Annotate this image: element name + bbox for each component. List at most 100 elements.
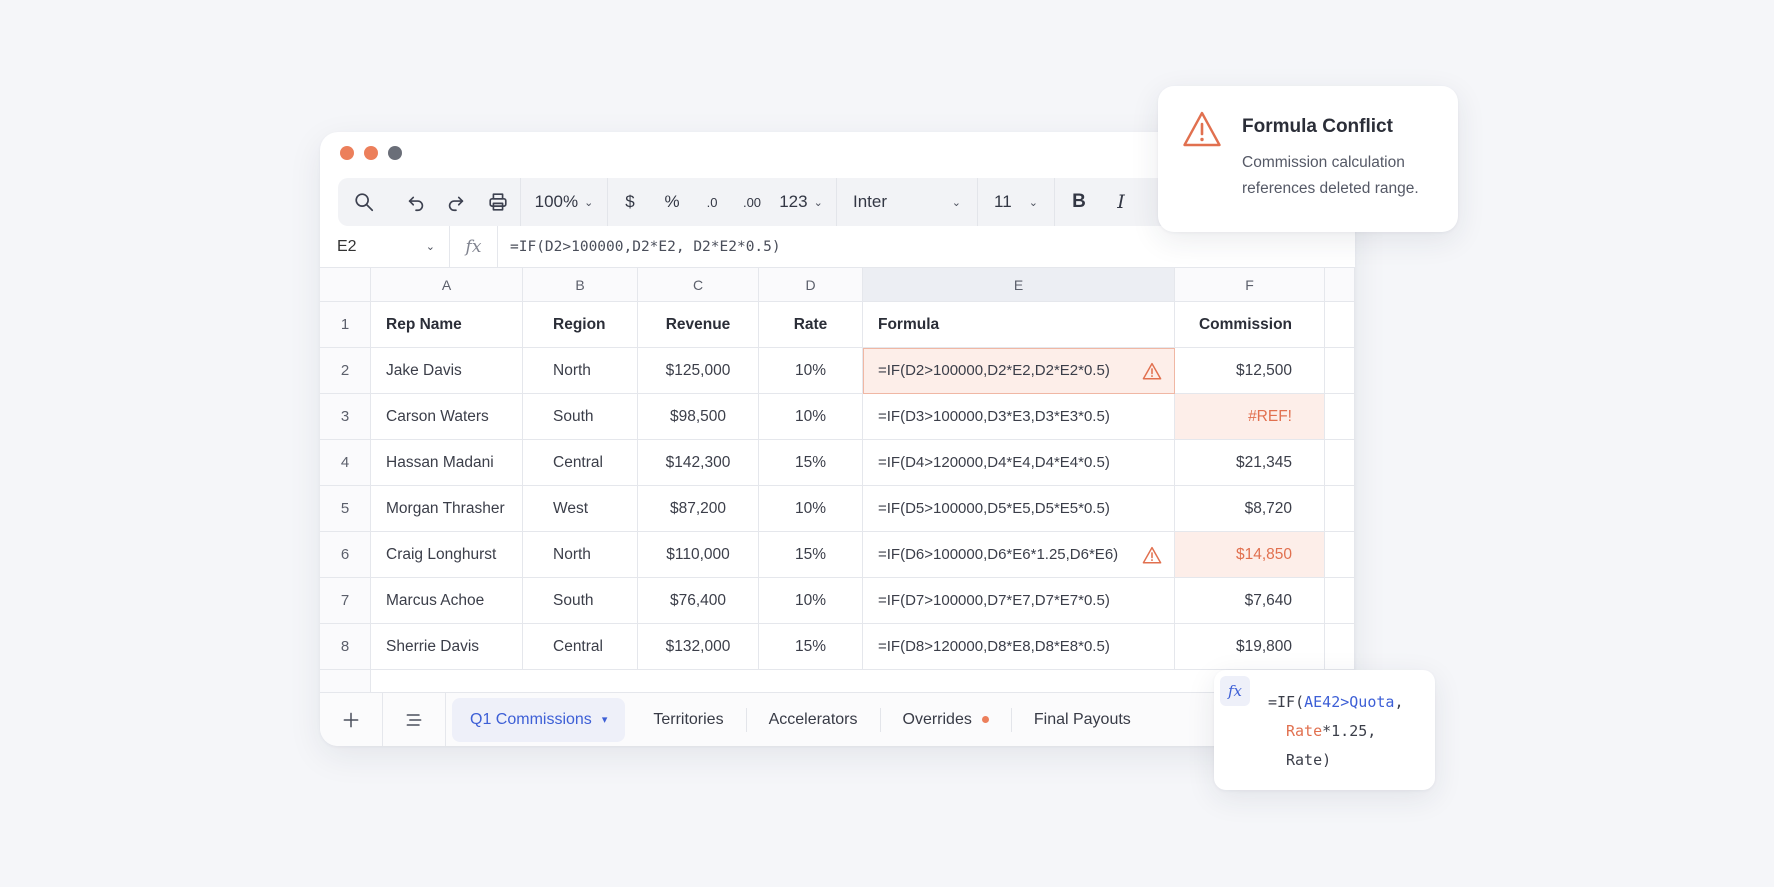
column-header-c[interactable]: C [638,268,759,302]
empty-cell[interactable] [1325,486,1355,532]
formula-cell[interactable]: =IF(D4>120000,D4*E4,D4*E4*0.5) [863,440,1175,486]
rate-cell[interactable]: 10% [759,486,863,532]
row-number[interactable]: 1 [320,302,371,348]
tab-final-payouts[interactable]: Final Payouts [1012,693,1153,747]
percent-format-button[interactable]: % [652,178,692,226]
increase-decimal-button[interactable]: .00 [732,178,772,226]
decrease-decimal-button[interactable]: .0 [692,178,732,226]
search-button[interactable] [338,178,390,226]
rep-name-cell[interactable]: Hassan Madani [371,440,523,486]
header-cell-formula[interactable]: Formula [863,302,1175,348]
formula-cell[interactable]: =IF(D3>100000,D3*E3,D3*E3*0.5) [863,394,1175,440]
formula-token: *1.25, [1322,722,1377,740]
commission-cell[interactable]: $19,800 [1175,624,1325,670]
all-sheets-button[interactable] [383,692,446,746]
rep-name-cell[interactable]: Morgan Thrasher [371,486,523,532]
header-cell-commission[interactable]: Commission [1175,302,1325,348]
column-header-b[interactable]: B [523,268,638,302]
zoom-select[interactable]: 100% ⌄ [521,178,607,226]
row-number[interactable]: 7 [320,578,371,624]
italic-button[interactable]: I [1103,178,1139,226]
rep-name-cell[interactable]: Sherrie Davis [371,624,523,670]
cell-reference-box[interactable]: E2 ⌄ [320,225,450,268]
region-cell[interactable]: Central [523,440,638,486]
row-number[interactable]: 2 [320,348,371,394]
commission-cell[interactable]: $7,640 [1175,578,1325,624]
revenue-cell[interactable]: $98,500 [638,394,759,440]
rate-cell[interactable]: 15% [759,532,863,578]
column-header-a[interactable]: A [371,268,523,302]
revenue-cell[interactable]: $76,400 [638,578,759,624]
commission-cell-error[interactable]: #REF! [1175,394,1325,440]
empty-cell[interactable] [1325,394,1355,440]
empty-cell[interactable] [1325,532,1355,578]
rep-name-cell[interactable]: Jake Davis [371,348,523,394]
revenue-cell[interactable]: $87,200 [638,486,759,532]
revenue-cell[interactable]: $125,000 [638,348,759,394]
add-sheet-button[interactable] [320,692,383,746]
column-header-g[interactable] [1325,268,1355,302]
rate-cell[interactable]: 10% [759,394,863,440]
tab-label: Q1 Commissions [470,710,592,728]
empty-cell[interactable] [1325,624,1355,670]
revenue-cell[interactable]: $110,000 [638,532,759,578]
empty-cell[interactable] [1325,440,1355,486]
tab-territories[interactable]: Territories [631,693,745,747]
header-cell-revenue[interactable]: Revenue [638,302,759,348]
rate-cell[interactable]: 10% [759,578,863,624]
print-button[interactable] [476,178,520,226]
formula-cell-selected[interactable]: =IF(D2>100000,D2*E2,D2*E2*0.5) [863,348,1175,394]
region-cell[interactable]: Central [523,624,638,670]
commission-cell-warning[interactable]: $14,850 [1175,532,1325,578]
row-number[interactable]: 8 [320,624,371,670]
header-cell-rate[interactable]: Rate [759,302,863,348]
rate-cell[interactable]: 15% [759,440,863,486]
header-cell-rep-name[interactable]: Rep Name [371,302,523,348]
rep-name-cell[interactable]: Carson Waters [371,394,523,440]
formula-cell[interactable]: =IF(D5>100000,D5*E5,D5*E5*0.5) [863,486,1175,532]
commission-cell[interactable]: $12,500 [1175,348,1325,394]
rate-cell[interactable]: 15% [759,624,863,670]
redo-button[interactable] [436,178,476,226]
column-header-d[interactable]: D [759,268,863,302]
minimize-window-dot[interactable] [364,146,378,160]
commission-cell[interactable]: $8,720 [1175,486,1325,532]
row-number[interactable]: 5 [320,486,371,532]
region-cell[interactable]: South [523,578,638,624]
corner-cell[interactable] [320,268,371,302]
rep-name-cell[interactable]: Marcus Achoe [371,578,523,624]
commission-cell[interactable]: $21,345 [1175,440,1325,486]
row-number[interactable]: 3 [320,394,371,440]
row-number[interactable]: 4 [320,440,371,486]
column-header-e[interactable]: E [863,268,1175,302]
empty-cell[interactable] [1325,348,1355,394]
rep-name-cell[interactable]: Craig Longhurst [371,532,523,578]
empty-cell[interactable] [1325,302,1355,348]
region-cell[interactable]: South [523,394,638,440]
region-cell[interactable]: North [523,532,638,578]
tab-overrides[interactable]: Overrides [881,693,1011,747]
revenue-cell[interactable]: $142,300 [638,440,759,486]
close-window-dot[interactable] [340,146,354,160]
formula-input[interactable]: =IF(D2>100000,D2*E2, D2*E2*0.5) [498,239,781,255]
tab-q1-commissions[interactable]: Q1 Commissions ▾ [452,697,626,742]
bold-button[interactable]: B [1055,178,1103,226]
region-cell[interactable]: North [523,348,638,394]
revenue-cell[interactable]: $132,000 [638,624,759,670]
rate-cell[interactable]: 10% [759,348,863,394]
number-format-select[interactable]: 123 ⌄ [772,178,830,226]
font-family-select[interactable]: Inter ⌄ [837,178,977,226]
formula-cell[interactable]: =IF(D6>100000,D6*E6*1.25,D6*E6) [863,532,1175,578]
maximize-window-dot[interactable] [388,146,402,160]
header-cell-region[interactable]: Region [523,302,638,348]
empty-cell[interactable] [1325,578,1355,624]
undo-button[interactable] [396,178,436,226]
row-number[interactable]: 6 [320,532,371,578]
font-size-select[interactable]: 11 ⌄ [978,178,1054,226]
currency-format-button[interactable]: $ [608,178,652,226]
tab-accelerators[interactable]: Accelerators [747,693,880,747]
region-cell[interactable]: West [523,486,638,532]
formula-cell[interactable]: =IF(D7>100000,D7*E7,D7*E7*0.5) [863,578,1175,624]
column-header-f[interactable]: F [1175,268,1325,302]
formula-cell[interactable]: =IF(D8>120000,D8*E8,D8*E8*0.5) [863,624,1175,670]
